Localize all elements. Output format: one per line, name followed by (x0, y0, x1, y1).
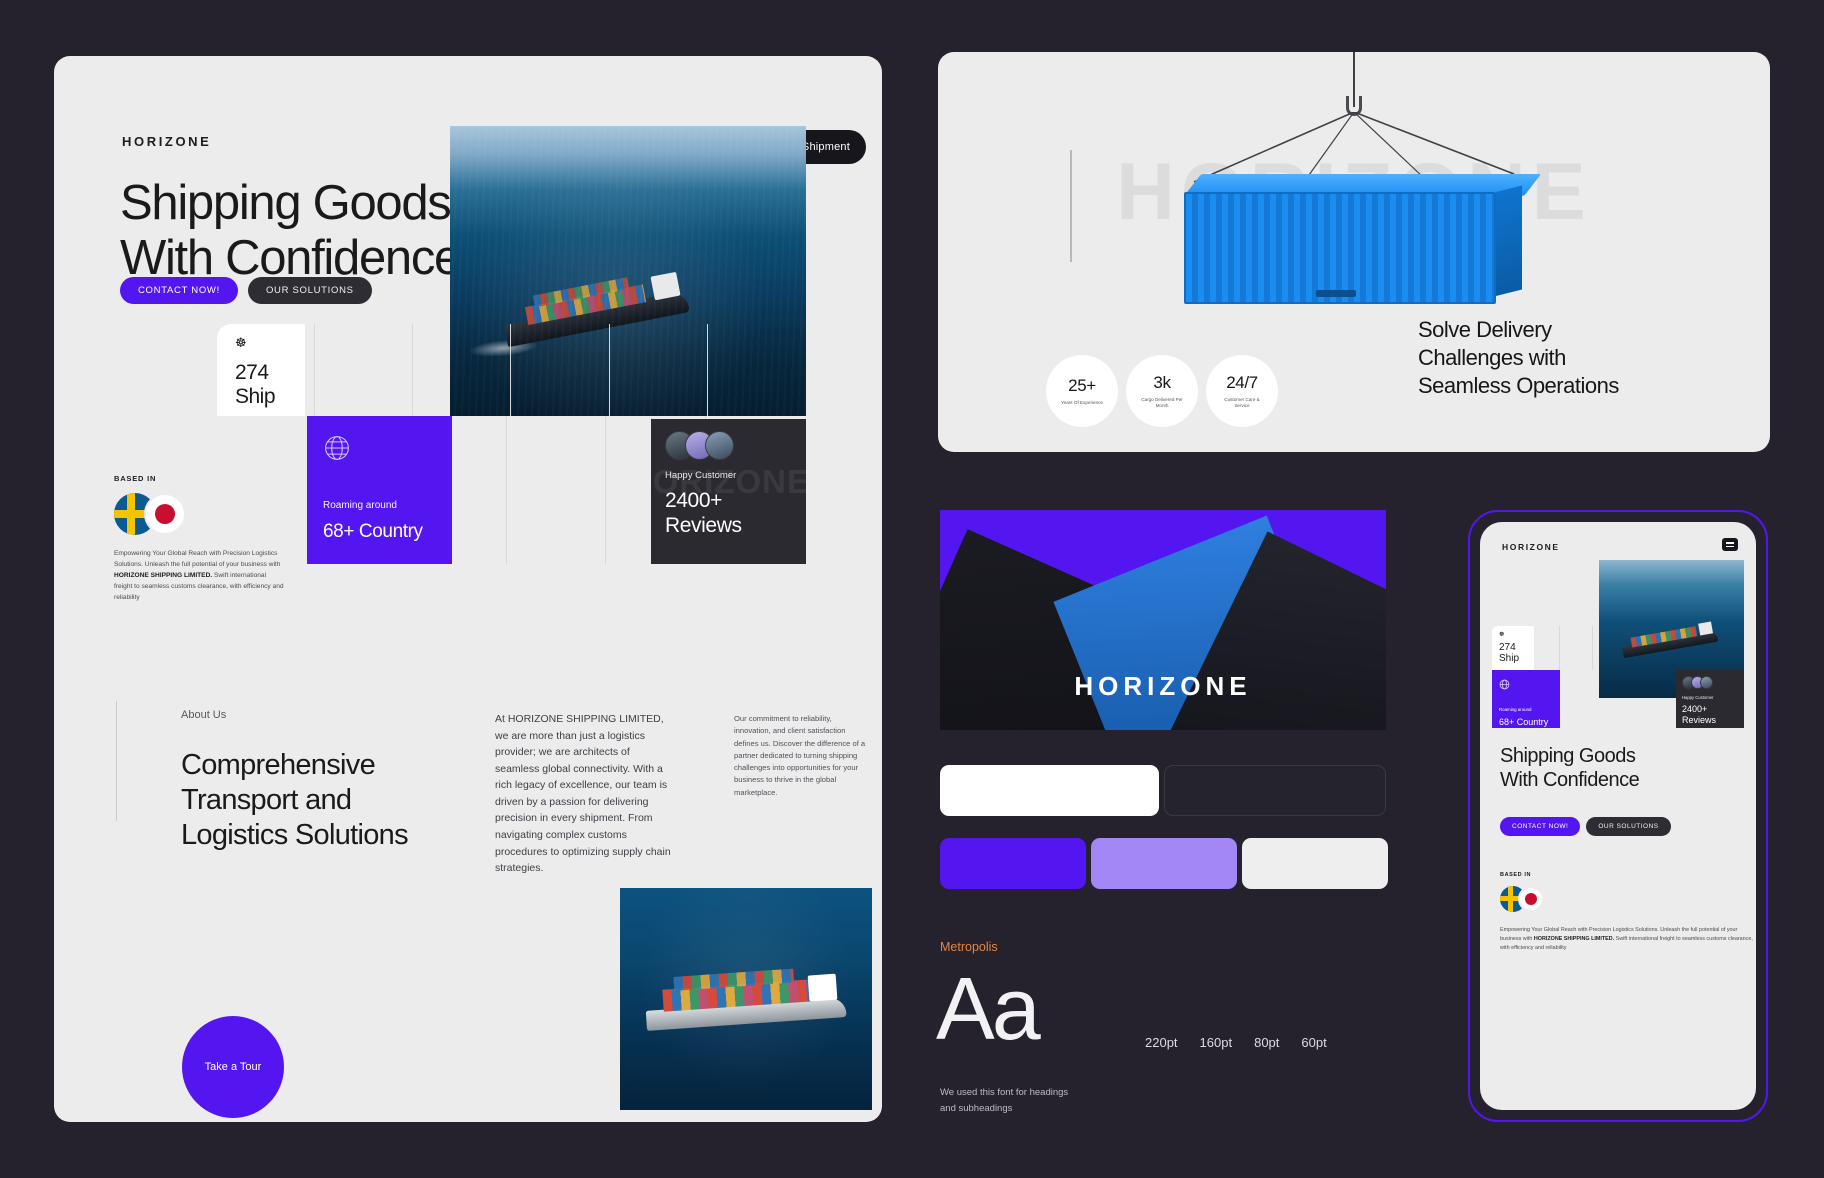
color-swatch-light-purple (1091, 838, 1237, 889)
shipping-container-illustration (1184, 174, 1542, 314)
stat-label: Years Of Experience (1061, 399, 1103, 405)
stat-circle: 25+ Years Of Experience (1046, 355, 1118, 427)
contact-now-button[interactable]: CONTACT NOW! (120, 277, 238, 304)
color-swatch-grey (1242, 838, 1388, 889)
phone-mockup: HORIZONE ☸ 274 Ship Roaming around 68+ C… (1468, 510, 1768, 1122)
based-in-block: BASED IN Empowering Your Global Reach wi… (114, 474, 286, 603)
avatar-group (665, 431, 806, 460)
color-swatch-purple (940, 838, 1086, 889)
phone-based-in-label: BASED IN (1500, 872, 1532, 878)
font-size: 80pt (1254, 1035, 1280, 1050)
about-ocean-photo (620, 888, 872, 1110)
stat-value: 24/7 (1226, 372, 1258, 392)
stat-card-country: Roaming around 68+ Country (307, 416, 452, 564)
hoist-panel: HORIZONE 25+ Years Of Experience 3k Carg… (938, 52, 1770, 452)
japan-flag-icon (144, 493, 186, 535)
stat-label: Customer Care & Service (1224, 396, 1260, 408)
phone-ship-label: Ship (1499, 653, 1520, 664)
stat-circle: 3k Cargo Delivered Per Month (1126, 355, 1198, 427)
color-swatch-white (940, 765, 1159, 816)
stat-card-reviews: HORIZONE Happy Customer 2400+ Reviews (651, 419, 806, 564)
phone-avatar-group (1682, 676, 1744, 689)
font-size: 160pt (1199, 1035, 1233, 1050)
reviews-caption: Happy Customer (665, 470, 737, 481)
globe-icon (1499, 679, 1510, 690)
phone-menu-icon[interactable] (1722, 538, 1738, 551)
container-ship-illustration (643, 963, 847, 1031)
presentation-board: HORIZONE Book Shipment Shipping Goods Wi… (0, 0, 1824, 1178)
flag-group (114, 493, 286, 535)
country-card-caption: Roaming around (323, 500, 397, 511)
brand-image-containers: HORIZONE (940, 510, 1386, 730)
take-a-tour-button[interactable]: Take a Tour (182, 1016, 284, 1118)
font-size: 60pt (1301, 1035, 1327, 1050)
hero-cta-group: CONTACT NOW! OUR SOLUTIONS (120, 277, 372, 304)
phone-stat-card-ships: ☸ 274 Ship (1492, 626, 1534, 670)
ship-count-value: 274 (235, 361, 269, 384)
about-paragraph-2: Our commitment to reliability, innovatio… (734, 714, 866, 797)
ship-count-label: Ship (235, 385, 276, 408)
phone-reviews-caption: Happy Customer (1682, 695, 1714, 700)
globe-icon (325, 436, 349, 460)
phone-flag-group (1500, 886, 1544, 912)
japan-flag-icon (1518, 886, 1544, 912)
phone-our-solutions-button[interactable]: OUR SOLUTIONS (1586, 817, 1671, 836)
stat-value: 25+ (1068, 375, 1096, 395)
phone-stat-card-country: Roaming around 68+ Country (1492, 670, 1560, 728)
stat-label: Cargo Delivered Per Month (1141, 396, 1183, 408)
palette-row-1 (940, 765, 1386, 816)
hoist-panel-heading: Solve Delivery Challenges with Seamless … (1418, 316, 1619, 398)
phone-screen: HORIZONE ☸ 274 Ship Roaming around 68+ C… (1480, 522, 1756, 1110)
font-size-list: 220pt 160pt 80pt 60pt (1145, 1035, 1327, 1050)
palette-row-2 (940, 838, 1388, 889)
font-sample: Aa (936, 959, 1041, 1058)
stat-value: 3k (1153, 372, 1171, 392)
phone-country-value: 68+ Country (1499, 717, 1549, 727)
phone-country-caption: Roaming around (1499, 707, 1532, 712)
avatar (705, 431, 734, 460)
our-solutions-button[interactable]: OUR SOLUTIONS (247, 277, 372, 304)
phone-cta-group: CONTACT NOW! OUR SOLUTIONS (1500, 817, 1671, 836)
stat-card-ships: ☸ 274 Ship (217, 324, 305, 416)
about-heading: Comprehensive Transport and Logistics So… (181, 749, 409, 851)
phone-contact-now-button[interactable]: CONTACT NOW! (1500, 817, 1581, 836)
phone-stat-card-reviews: Happy Customer 2400+ Reviews (1676, 670, 1744, 728)
color-swatch-dark (1164, 765, 1386, 816)
about-paragraph-1: At HORIZONE SHIPPING LIMITED, we are mor… (495, 713, 671, 875)
grid-lines-top (217, 324, 806, 416)
font-usage-note: We used this font for headings and subhe… (940, 1087, 1069, 1114)
avatar (1700, 676, 1713, 689)
font-size: 220pt (1145, 1035, 1178, 1050)
country-card-value: 68+ Country (323, 521, 423, 542)
about-label: About Us (181, 709, 227, 721)
based-in-label: BASED IN (114, 474, 157, 483)
ship-wheel-icon: ☸ (235, 335, 247, 350)
phone-logo: HORIZONE (1502, 542, 1560, 552)
hero-headline: Shipping Goods With Confidence (120, 176, 461, 286)
vertical-tick-line (1070, 150, 1072, 262)
brand-watermark: HORIZONE (1074, 671, 1252, 701)
ghost-wordmark: HORIZONE (651, 463, 806, 500)
phone-paragraph: Empowering Your Global Reach with Precis… (1500, 927, 1753, 952)
stat-circle: 24/7 Customer Care & Service (1206, 355, 1278, 427)
phone-headline: Shipping Goods With Confidence (1500, 745, 1640, 792)
hero-website-mockup: HORIZONE Book Shipment Shipping Goods Wi… (54, 56, 882, 1122)
site-logo: HORIZONE (122, 134, 212, 149)
font-name: Metropolis (940, 940, 998, 954)
phone-reviews-value: 2400+ Reviews (1682, 704, 1717, 725)
about-divider (116, 701, 117, 821)
phone-ship-value: 274 (1499, 642, 1516, 653)
ship-wheel-icon: ☸ (1499, 632, 1505, 638)
based-in-paragraph: Empowering Your Global Reach with Precis… (114, 550, 284, 601)
stat-circle-group: 25+ Years Of Experience 3k Cargo Deliver… (1046, 355, 1278, 427)
